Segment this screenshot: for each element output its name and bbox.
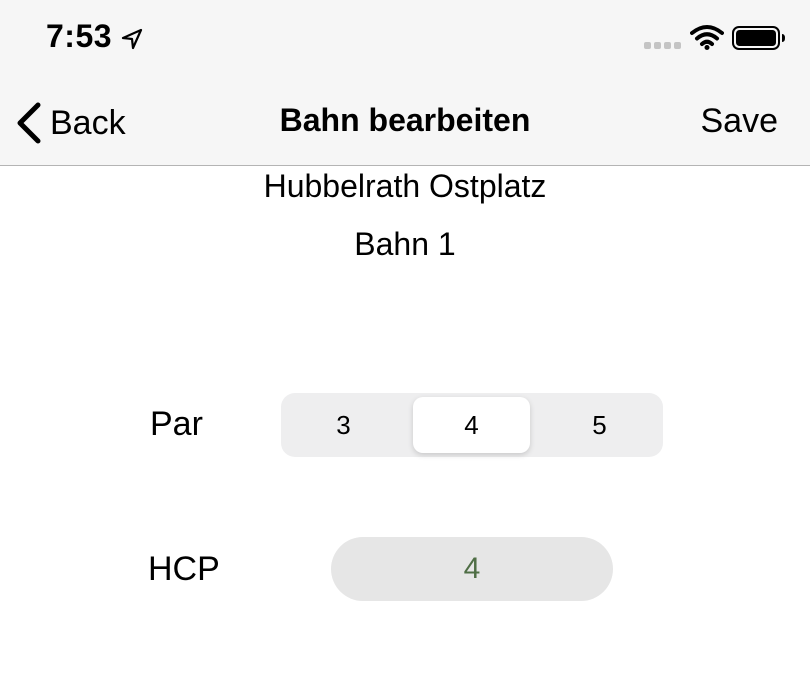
- status-time: 7:53: [46, 18, 113, 54]
- par-segmented-control: 3 4 5: [281, 393, 663, 457]
- status-bar: 7:53: [0, 0, 810, 80]
- back-button-label: Back: [50, 103, 126, 142]
- save-button[interactable]: Save: [701, 102, 779, 141]
- page-title: Bahn bearbeiten: [279, 102, 531, 138]
- navigation-bar: Back Bahn bearbeiten Save: [0, 80, 810, 166]
- chevron-left-icon: [17, 102, 41, 144]
- location-arrow-icon: [121, 28, 143, 50]
- course-name: Hubbelrath Ostplatz: [263, 168, 547, 204]
- battery-icon: [732, 26, 785, 50]
- wifi-icon: [690, 25, 724, 50]
- hole-name: Bahn 1: [354, 226, 456, 262]
- hcp-label: HCP: [148, 550, 220, 588]
- hcp-input[interactable]: 4: [331, 537, 613, 601]
- par-label: Par: [150, 405, 203, 443]
- signal-dots-icon: [644, 42, 681, 49]
- par-option-5[interactable]: 5: [541, 397, 658, 453]
- back-button[interactable]: Back: [14, 100, 126, 146]
- par-option-3[interactable]: 3: [285, 397, 402, 453]
- par-option-4[interactable]: 4: [413, 397, 530, 453]
